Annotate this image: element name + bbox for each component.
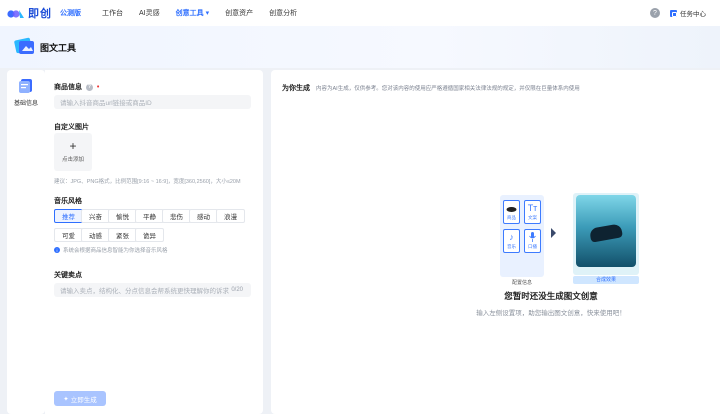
product-info-label: 商品信息 ? • xyxy=(54,82,99,92)
music-note-icon: ♪ xyxy=(509,232,514,242)
brand-logo-icon xyxy=(7,8,25,19)
music-chip-calm[interactable]: 平静 xyxy=(135,209,164,223)
music-chip-sad[interactable]: 悲伤 xyxy=(162,209,191,223)
music-chip-cute[interactable]: 可爱 xyxy=(54,228,83,242)
preview-image xyxy=(576,195,636,267)
main-nav: 工作台 AI灵感 创意工具 ▾ 创意资产 创意分析 xyxy=(102,8,313,18)
product-info-placeholder: 请输入抖音商品url链接或商品ID xyxy=(60,100,152,107)
sidebar-item-basic-info[interactable]: 基础信息 xyxy=(7,78,45,107)
result-panel: 为你生成 内容为AI生成，仅供参考。您对该内容的使用应严格遵循国家相关法律法规的… xyxy=(271,70,720,414)
text-icon: Tт xyxy=(527,203,538,213)
top-navbar: 即创 公测版 工作台 AI灵感 创意工具 ▾ 创意资产 创意分析 ? 任务中心 xyxy=(0,0,720,26)
music-chip-recommended[interactable]: 推荐 xyxy=(54,209,83,223)
upload-hint: 建议：JPG、PNG格式，比例范围[9:16 ~ 16:9]，宽度[360,25… xyxy=(54,179,241,185)
vr-glasses-image xyxy=(589,223,623,243)
music-note-text: 系统会根据商品信息智能为你选择音乐风格 xyxy=(63,248,168,254)
music-chip-tense[interactable]: 紧张 xyxy=(108,228,137,242)
music-style-label: 音乐风格 xyxy=(54,198,82,205)
music-chip-romantic[interactable]: 浪漫 xyxy=(216,209,245,223)
key-points-input[interactable]: 请输入卖点，结构化、分点信息会帮系统更快理解你的诉求 0/20 xyxy=(54,283,251,297)
card-label-music: 音乐 xyxy=(507,244,516,249)
brand-logo[interactable]: 即创 xyxy=(7,5,52,21)
empty-state-illustration: 商品 Tт 文案 ♪ 音乐 口播 配置信息 合成效果 xyxy=(500,193,640,286)
music-chip-pleasant[interactable]: 愉悦 xyxy=(108,209,137,223)
sparkle-icon: ✦ xyxy=(63,395,69,403)
key-points-label: 关键卖点 xyxy=(54,272,82,279)
nav-item-creative-assets[interactable]: 创意资产 xyxy=(225,8,253,18)
music-chip-touching[interactable]: 感动 xyxy=(189,209,218,223)
product-card-icon: 商品 xyxy=(503,200,520,224)
product-info-label-text: 商品信息 xyxy=(54,84,82,91)
phone-preview xyxy=(573,193,639,275)
nav-item-creative-analysis[interactable]: 创意分析 xyxy=(269,8,297,18)
music-card-icon: ♪ 音乐 xyxy=(503,229,520,253)
card-label-voiceover: 口播 xyxy=(528,244,537,249)
result-title: 为你生成 xyxy=(282,85,310,92)
sidebar: 基础信息 xyxy=(7,70,45,414)
upload-label: 点击添加 xyxy=(61,157,84,163)
image-text-tool-icon xyxy=(14,36,36,58)
key-points-counter: 0/20 xyxy=(231,287,243,293)
sidebar-item-label: 基础信息 xyxy=(13,101,38,107)
music-chip-eerie[interactable]: 诡异 xyxy=(135,228,164,242)
music-chip-dynamic[interactable]: 动感 xyxy=(81,228,110,242)
page-header: 图文工具 xyxy=(0,26,720,68)
generate-button-label: 立即生成 xyxy=(70,396,97,404)
page-title: 图文工具 xyxy=(40,42,77,53)
image-upload-button[interactable]: + 点击添加 xyxy=(54,133,92,171)
result-disclaimer: 内容为AI生成，仅供参考。您对该内容的使用应严格遵循国家相关法律法规的规定，并仅… xyxy=(316,86,580,92)
required-mark: • xyxy=(96,84,100,91)
version-badge: 公测版 xyxy=(60,10,81,17)
arrow-right-icon xyxy=(551,228,556,238)
empty-state-subtitle: 输入左侧设置项，助您输出图文创意，快来使用吧！ xyxy=(476,310,626,317)
product-info-input[interactable]: 请输入抖音商品url链接或商品ID xyxy=(54,95,251,109)
nav-item-workbench[interactable]: 工作台 xyxy=(102,8,123,18)
task-icon xyxy=(670,9,677,17)
card-label-copy: 文案 xyxy=(528,215,537,220)
key-points-placeholder: 请输入卖点，结构化、分点信息会帮系统更快理解你的诉求 xyxy=(60,288,229,295)
info-icon[interactable]: ? xyxy=(85,83,93,91)
task-center-button[interactable]: 任务中心 xyxy=(670,8,706,18)
brand-name: 即创 xyxy=(28,8,52,20)
nav-item-creative-tools[interactable]: 创意工具 ▾ xyxy=(176,8,209,18)
help-icon[interactable]: ? xyxy=(650,8,660,18)
plus-icon: + xyxy=(69,139,77,153)
caption-config: 配置信息 xyxy=(511,280,532,286)
card-label-product: 商品 xyxy=(507,215,516,220)
custom-image-label: 自定义图片 xyxy=(54,124,89,131)
music-note: i 系统会根据商品信息智能为你选择音乐风格 xyxy=(54,246,168,254)
caption-result: 合成效果 xyxy=(573,276,639,284)
nav-item-ai-inspiration[interactable]: AI灵感 xyxy=(139,8,160,18)
config-cards: 商品 Tт 文案 ♪ 音乐 口播 xyxy=(500,195,544,277)
generate-button[interactable]: ✦ 立即生成 xyxy=(54,391,106,406)
music-chip-excited[interactable]: 兴奋 xyxy=(81,209,110,223)
document-icon xyxy=(17,78,35,94)
voiceover-card-icon: 口播 xyxy=(524,229,541,253)
info-icon: i xyxy=(54,247,60,253)
empty-state-title: 您暂时还没生成图文创意 xyxy=(504,291,598,301)
copy-card-icon: Tт 文案 xyxy=(524,200,541,224)
task-center-label: 任务中心 xyxy=(680,11,706,18)
